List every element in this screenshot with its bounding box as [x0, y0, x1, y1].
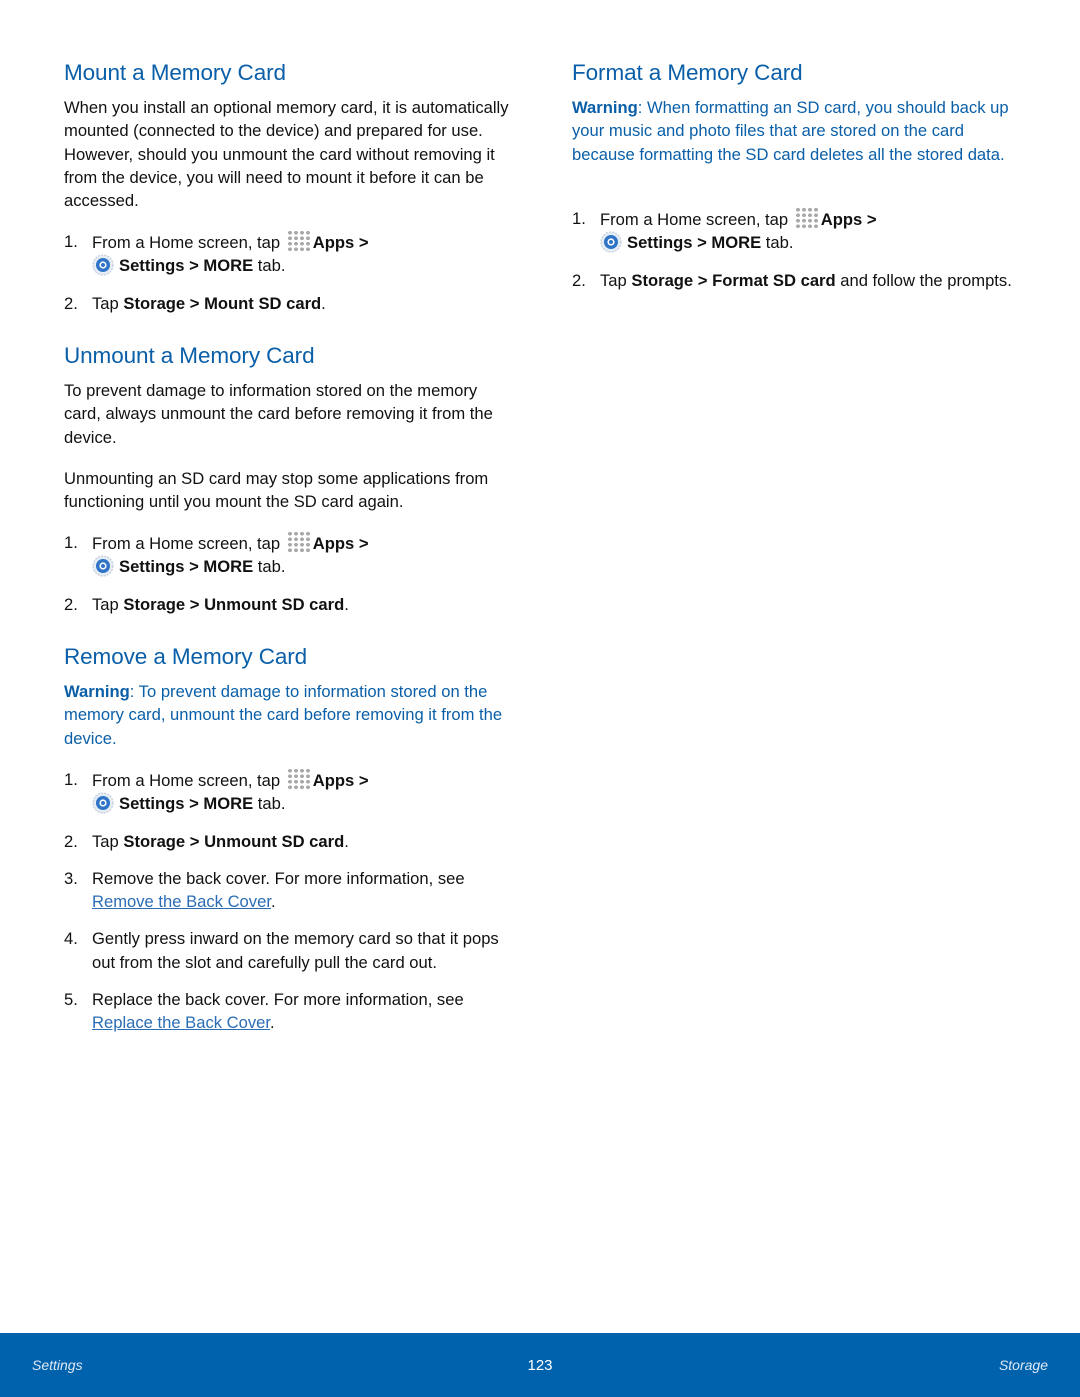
- format-steps: 1. From a Home screen, tap Apps > Settin…: [572, 207, 1022, 292]
- list-item: 1. From a Home screen, tap Apps > Settin…: [64, 768, 369, 814]
- list-item: 2. Tap Storage > Unmount SD card.: [64, 831, 349, 851]
- unmount-body-2: Unmounting an SD card may stop some appl…: [64, 469, 489, 512]
- list-item: 1. From a Home screen, tap Apps > Settin…: [572, 207, 877, 253]
- list-item: 3. Remove the back cover. For more infor…: [64, 868, 465, 912]
- mount-body: When you install an optional memory card…: [64, 98, 509, 211]
- format-warning: Warning: When formatting an SD card, you…: [572, 98, 1009, 164]
- unmount-steps: 1. From a Home screen, tap Apps > Settin…: [64, 531, 514, 616]
- list-item: 2. Tap Storage > Unmount SD card.: [64, 594, 349, 614]
- settings-gear-icon: [92, 555, 114, 577]
- remove-steps: 1. From a Home screen, tap Apps > Settin…: [64, 768, 514, 1035]
- section-title-format: Format a Memory Card: [572, 60, 803, 85]
- unmount-body-1: To prevent damage to information stored …: [64, 381, 493, 447]
- list-item: 5. Replace the back cover. For more info…: [64, 990, 464, 1033]
- mount-steps: 1. From a Home screen, tap Apps > Settin…: [64, 230, 514, 315]
- settings-gear-icon: [600, 231, 622, 253]
- page-number: 123: [527, 1357, 553, 1374]
- remove-warning: Warning: To prevent damage to informatio…: [64, 682, 503, 748]
- settings-gear-icon: [92, 254, 114, 276]
- footer-chapter-left: Settings: [32, 1357, 83, 1373]
- apps-grid-icon: [286, 531, 311, 553]
- remove-back-cover-link[interactable]: Remove the Back Cover: [92, 892, 271, 911]
- footer-section-right: Storage: [998, 1357, 1048, 1373]
- apps-grid-icon: [794, 207, 819, 229]
- replace-back-cover-link[interactable]: Replace the Back Cover: [92, 1013, 270, 1032]
- list-item: 1. From a Home screen, tap Apps > Settin…: [64, 230, 369, 276]
- section-title-unmount: Unmount a Memory Card: [64, 343, 315, 368]
- list-item: 2. Tap Storage > Mount SD card.: [64, 293, 326, 313]
- section-title-mount: Mount a Memory Card: [64, 60, 286, 85]
- apps-grid-icon: [286, 230, 311, 252]
- page-footer: 123 Settings Storage: [0, 1333, 1080, 1397]
- list-item: 2. Tap Storage > Format SD card and foll…: [572, 270, 1012, 290]
- list-item: 1. From a Home screen, tap Apps > Settin…: [64, 531, 369, 577]
- section-title-remove: Remove a Memory Card: [64, 644, 308, 669]
- apps-grid-icon: [286, 768, 311, 790]
- list-item: 4. Gently press inward on the memory car…: [64, 929, 499, 972]
- settings-gear-icon: [92, 792, 114, 814]
